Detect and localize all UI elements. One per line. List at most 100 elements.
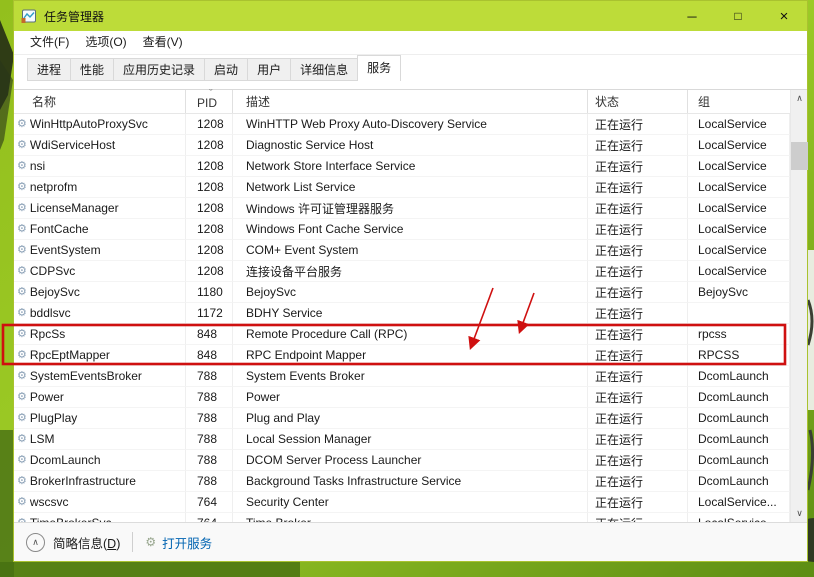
close-button[interactable]: × — [761, 1, 807, 31]
cell-name: ⚙BejoySvc — [14, 282, 186, 303]
cell-name: ⚙TimeBrokerSvc — [14, 513, 186, 522]
service-gear-icon: ⚙ — [17, 161, 27, 172]
table-row-FontCache[interactable]: ⚙FontCache1208Windows Font Cache Service… — [14, 219, 790, 240]
open-services-label: 打开服务 — [162, 533, 212, 552]
cell-status: 正在运行 — [588, 387, 688, 408]
cell-name: ⚙WdiServiceHost — [14, 135, 186, 156]
service-gear-icon: ⚙ — [17, 203, 27, 214]
cell-group: rpcss — [688, 324, 790, 345]
minimize-button[interactable]: ─ — [669, 1, 715, 31]
titlebar[interactable]: 任务管理器 ─ □ × — [14, 1, 807, 31]
menu-bar: 文件(F)选项(O)查看(V) — [14, 31, 807, 55]
table-row-PlugPlay[interactable]: ⚙PlugPlay788Plug and Play正在运行DcomLaunch — [14, 408, 790, 429]
cell-desc: Diagnostic Service Host — [233, 135, 588, 156]
table-row-wscsvc[interactable]: ⚙wscsvc764Security Center正在运行LocalServic… — [14, 492, 790, 513]
table-body: ⚙WinHttpAutoProxySvc1208WinHTTP Web Prox… — [14, 114, 790, 522]
table-header-row: 名称PIDˇ描述状态组 — [14, 90, 790, 114]
table-row-CDPSvc[interactable]: ⚙CDPSvc1208连接设备平台服务正在运行LocalService — [14, 261, 790, 282]
cell-group: DcomLaunch — [688, 429, 790, 450]
cell-status: 正在运行 — [588, 450, 688, 471]
footer-separator — [132, 532, 133, 552]
column-header-name[interactable]: 名称 — [14, 90, 186, 113]
tab-服务[interactable]: 服务 — [357, 55, 401, 81]
cell-status: 正在运行 — [588, 324, 688, 345]
table-row-RpcEptMapper[interactable]: ⚙RpcEptMapper848RPC Endpoint Mapper正在运行R… — [14, 345, 790, 366]
menu-item[interactable]: 查看(V) — [135, 31, 191, 54]
collapse-chevron-icon[interactable]: ∧ — [26, 533, 45, 552]
table-row-LicenseManager[interactable]: ⚙LicenseManager1208Windows 许可证管理器服务正在运行L… — [14, 198, 790, 219]
column-label: PID — [197, 96, 217, 110]
fewer-details-toggle[interactable]: ∧ 简略信息(D) — [26, 533, 120, 552]
tab-详细信息[interactable]: 详细信息 — [290, 58, 358, 81]
table-row-EventSystem[interactable]: ⚙EventSystem1208COM+ Event System正在运行Loc… — [14, 240, 790, 261]
cell-group: DcomLaunch — [688, 408, 790, 429]
table-row-bddlsvc[interactable]: ⚙bddlsvc1172BDHY Service正在运行 — [14, 303, 790, 324]
column-header-group[interactable]: 组 — [688, 90, 790, 113]
cell-pid: 1208 — [186, 114, 233, 135]
table-row-BrokerInfrastructure[interactable]: ⚙BrokerInfrastructure788Background Tasks… — [14, 471, 790, 492]
table-row-BejoySvc[interactable]: ⚙BejoySvc1180BejoySvc正在运行BejoySvc — [14, 282, 790, 303]
scrollbar-down-icon[interactable]: ∨ — [791, 505, 808, 522]
cell-group: DcomLaunch — [688, 366, 790, 387]
cell-desc: Background Tasks Infrastructure Service — [233, 471, 588, 492]
tab-启动[interactable]: 启动 — [204, 58, 248, 81]
fewer-details-label: 简略信息(D) — [53, 533, 120, 552]
cell-desc: Network Store Interface Service — [233, 156, 588, 177]
cell-status: 正在运行 — [588, 303, 688, 324]
cell-status: 正在运行 — [588, 513, 688, 522]
cell-group: BejoySvc — [688, 282, 790, 303]
table-row-netprofm[interactable]: ⚙netprofm1208Network List Service正在运行Loc… — [14, 177, 790, 198]
menu-item[interactable]: 文件(F) — [22, 31, 77, 54]
cell-desc: Network List Service — [233, 177, 588, 198]
tab-进程[interactable]: 进程 — [27, 58, 71, 81]
cell-pid: 1208 — [186, 177, 233, 198]
open-services-link[interactable]: ⚙ 打开服务 — [145, 533, 212, 552]
table-row-WdiServiceHost[interactable]: ⚙WdiServiceHost1208Diagnostic Service Ho… — [14, 135, 790, 156]
maximize-button[interactable]: □ — [715, 1, 761, 31]
column-header-status[interactable]: 状态 — [588, 90, 688, 113]
table-row-RpcSs[interactable]: ⚙RpcSs848Remote Procedure Call (RPC)正在运行… — [14, 324, 790, 345]
cell-status: 正在运行 — [588, 471, 688, 492]
vertical-scrollbar[interactable]: ∧ ∨ — [790, 90, 807, 522]
scrollbar-up-icon[interactable]: ∧ — [791, 90, 808, 107]
column-label: 组 — [698, 93, 710, 110]
cell-group: LocalService — [688, 219, 790, 240]
table-row-Power[interactable]: ⚙Power788Power正在运行DcomLaunch — [14, 387, 790, 408]
cell-pid: 764 — [186, 513, 233, 522]
task-manager-window: 任务管理器 ─ □ × 文件(F)选项(O)查看(V) 进程性能应用历史记录启动… — [13, 0, 808, 562]
cell-status: 正在运行 — [588, 177, 688, 198]
table-row-DcomLaunch[interactable]: ⚙DcomLaunch788DCOM Server Process Launch… — [14, 450, 790, 471]
table-row-WinHttpAutoProxySvc[interactable]: ⚙WinHttpAutoProxySvc1208WinHTTP Web Prox… — [14, 114, 790, 135]
cell-desc: COM+ Event System — [233, 240, 588, 261]
service-name: CDPSvc — [30, 264, 75, 278]
service-name: FontCache — [30, 222, 89, 236]
table-row-nsi[interactable]: ⚙nsi1208Network Store Interface Service正… — [14, 156, 790, 177]
menu-item[interactable]: 选项(O) — [77, 31, 134, 54]
service-name: bddlsvc — [30, 306, 71, 320]
column-header-pid[interactable]: PIDˇ — [186, 90, 233, 113]
column-header-desc[interactable]: 描述 — [233, 90, 588, 113]
cell-name: ⚙FontCache — [14, 219, 186, 240]
service-name: LSM — [30, 432, 55, 446]
table-row-LSM[interactable]: ⚙LSM788Local Session Manager正在运行DcomLaun… — [14, 429, 790, 450]
scrollbar-thumb[interactable] — [791, 142, 808, 170]
table-row-TimeBrokerSvc[interactable]: ⚙TimeBrokerSvc764Time Broker正在运行LocalSer… — [14, 513, 790, 522]
cell-pid: 848 — [186, 324, 233, 345]
service-gear-icon: ⚙ — [17, 119, 27, 130]
service-name: EventSystem — [30, 243, 101, 257]
table-row-SystemEventsBroker[interactable]: ⚙SystemEventsBroker788System Events Brok… — [14, 366, 790, 387]
cell-desc: Windows 许可证管理器服务 — [233, 198, 588, 219]
cell-group: DcomLaunch — [688, 387, 790, 408]
cell-status: 正在运行 — [588, 198, 688, 219]
cell-pid: 1208 — [186, 156, 233, 177]
tab-性能[interactable]: 性能 — [70, 58, 114, 81]
cell-desc: WinHTTP Web Proxy Auto-Discovery Service — [233, 114, 588, 135]
cell-name: ⚙wscsvc — [14, 492, 186, 513]
cell-status: 正在运行 — [588, 219, 688, 240]
tab-用户[interactable]: 用户 — [247, 58, 291, 81]
cell-name: ⚙SystemEventsBroker — [14, 366, 186, 387]
service-name: nsi — [30, 159, 45, 173]
cell-group: LocalService — [688, 240, 790, 261]
tab-应用历史记录[interactable]: 应用历史记录 — [113, 58, 205, 81]
cell-name: ⚙BrokerInfrastructure — [14, 471, 186, 492]
